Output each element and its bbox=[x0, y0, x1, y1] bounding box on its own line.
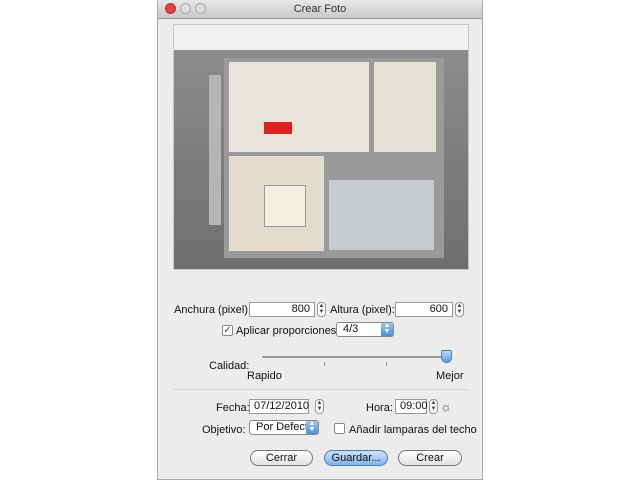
quality-label: Calidad: bbox=[209, 360, 250, 372]
quality-slider-track[interactable] bbox=[262, 356, 452, 358]
width-input[interactable]: 800 bbox=[249, 302, 315, 317]
lens-select[interactable]: Por Defecto ▲ ▼ bbox=[249, 420, 319, 435]
date-label: Fecha: bbox=[216, 402, 250, 414]
height-input[interactable]: 600 bbox=[395, 302, 453, 317]
lens-label: Objetivo: bbox=[202, 424, 246, 436]
quality-min-label: Rapido bbox=[247, 370, 282, 382]
close-button[interactable]: Cerrar bbox=[250, 450, 313, 466]
minimize-window-button[interactable] bbox=[180, 3, 191, 14]
quality-slider-thumb[interactable] bbox=[441, 350, 452, 363]
rendered-floor-plan-image bbox=[174, 50, 468, 269]
time-label: Hora: bbox=[366, 402, 393, 414]
create-button[interactable]: Crear bbox=[398, 450, 462, 466]
ceiling-lights-label: Añadir lamparas del techo bbox=[349, 424, 477, 436]
quality-max-label: Mejor bbox=[436, 370, 464, 382]
proportions-value: 4/3 bbox=[343, 323, 359, 335]
chevron-updown-icon: ▲ ▼ bbox=[306, 420, 318, 434]
proportions-select[interactable]: 4/3 ▲ ▼ bbox=[336, 322, 394, 337]
width-stepper[interactable]: ▲ ▼ bbox=[317, 302, 326, 317]
date-input[interactable]: 07/12/2010 bbox=[249, 399, 309, 414]
width-label: Anchura (pixel): bbox=[174, 304, 252, 316]
title-bar: Crear Foto bbox=[158, 0, 482, 19]
date-stepper[interactable]: ▲ ▼ bbox=[315, 399, 324, 414]
zoom-window-button[interactable] bbox=[195, 3, 206, 14]
apply-proportions-label: Aplicar proporciones: bbox=[236, 325, 340, 337]
time-input[interactable]: 09:00 bbox=[395, 399, 428, 414]
sun-icon[interactable]: ☼ bbox=[440, 399, 452, 414]
chevron-updown-icon: ▲ ▼ bbox=[381, 322, 393, 336]
time-stepper[interactable]: ▲ ▼ bbox=[429, 399, 438, 414]
height-stepper[interactable]: ▲ ▼ bbox=[455, 302, 464, 317]
create-photo-dialog: Crear Foto Anchura (pixel): 800 ▲ ▼ Altur… bbox=[157, 0, 483, 480]
divider bbox=[173, 389, 469, 390]
close-window-button[interactable] bbox=[165, 3, 176, 14]
ceiling-lights-checkbox[interactable] bbox=[334, 423, 345, 434]
height-label: Altura (pixel): bbox=[330, 304, 395, 316]
save-button[interactable]: Guardar... bbox=[324, 450, 388, 466]
photo-preview bbox=[173, 24, 469, 270]
apply-proportions-checkbox[interactable]: ✓ bbox=[222, 325, 233, 336]
window-title: Crear Foto bbox=[293, 3, 347, 15]
